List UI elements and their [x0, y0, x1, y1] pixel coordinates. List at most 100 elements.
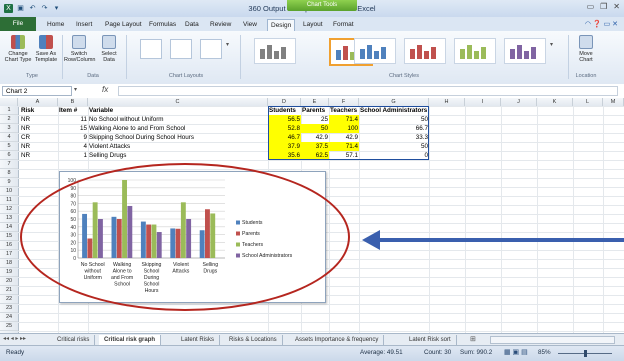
name-box-dropdown-icon[interactable]: ▾ — [74, 86, 77, 93]
insert-sheet-icon[interactable]: ⊞ — [470, 335, 476, 343]
close-icon[interactable]: ✕ — [613, 2, 620, 11]
row-header[interactable]: 19 — [0, 268, 18, 277]
cell-admins[interactable]: 66.7 — [359, 124, 429, 133]
tab-insert[interactable]: Insert — [73, 19, 95, 31]
row-header[interactable]: 1 — [0, 106, 18, 115]
header-variable[interactable]: Variable — [88, 106, 268, 115]
layouts-more-icon[interactable]: ▾ — [226, 41, 229, 48]
switch-row-column-button[interactable]: Switch Row/Column — [64, 35, 95, 63]
restore-icon[interactable]: ❐ — [600, 2, 607, 11]
chart-style-3[interactable] — [354, 38, 396, 64]
column-header[interactable]: F — [329, 98, 359, 106]
cell-students[interactable]: 37.9 — [268, 142, 301, 151]
row-header[interactable]: 25 — [0, 322, 18, 331]
cell-admins[interactable]: 50 — [359, 115, 429, 124]
row-header[interactable]: 24 — [0, 313, 18, 322]
cell-variable[interactable]: Skipping School During School Hours — [88, 133, 268, 142]
sheet-tab[interactable]: Critical risks — [52, 335, 96, 345]
zoom-level[interactable]: 85% — [538, 349, 551, 356]
cell-parents[interactable]: 25 — [301, 115, 329, 124]
row-header[interactable]: 16 — [0, 241, 18, 250]
tab-file[interactable]: File — [0, 17, 36, 31]
row-header[interactable]: 14 — [0, 223, 18, 232]
cell-risk[interactable]: NR — [20, 151, 58, 160]
cell-item[interactable]: 4 — [58, 142, 88, 151]
row-header[interactable]: 5 — [0, 142, 18, 151]
styles-more-icon[interactable]: ▾ — [550, 41, 553, 48]
cell-parents[interactable]: 62.5 — [301, 151, 329, 160]
row-header[interactable]: 23 — [0, 304, 18, 313]
tab-data[interactable]: Data — [182, 19, 202, 31]
sheet-tab[interactable]: Risks & Locations — [224, 335, 283, 345]
cell-admins[interactable]: 50 — [359, 142, 429, 151]
sheet-tab-active[interactable]: Critical risk graph — [99, 335, 162, 345]
horizontal-scrollbar[interactable] — [490, 336, 615, 344]
header-school-administrators[interactable]: School Administrators — [359, 106, 434, 115]
column-header[interactable]: I — [465, 98, 501, 106]
cell-teachers[interactable]: 71.4 — [329, 142, 359, 151]
cell-admins[interactable]: 33.3 — [359, 133, 429, 142]
chart-layout-1[interactable] — [140, 39, 162, 59]
row-header[interactable]: 12 — [0, 205, 18, 214]
row-header[interactable]: 15 — [0, 232, 18, 241]
cell-teachers[interactable]: 100 — [329, 124, 359, 133]
column-header[interactable]: J — [501, 98, 537, 106]
sheet-nav-icon[interactable]: ◂◂ ◂ ▸ ▸▸ — [3, 335, 26, 342]
row-header[interactable]: 11 — [0, 196, 18, 205]
column-header[interactable]: B — [58, 98, 88, 106]
tab-page-layout[interactable]: Page Layout — [102, 19, 145, 31]
cell-teachers[interactable]: 42.9 — [329, 133, 359, 142]
cell-item[interactable]: 15 — [58, 124, 88, 133]
row-header[interactable]: 18 — [0, 259, 18, 268]
column-header[interactable]: E — [301, 98, 329, 106]
tab-view[interactable]: View — [240, 19, 260, 31]
row-header[interactable]: 9 — [0, 178, 18, 187]
cell-variable[interactable]: Violent Attacks — [88, 142, 268, 151]
zoom-slider-thumb[interactable] — [584, 350, 587, 357]
row-header[interactable]: 13 — [0, 214, 18, 223]
cell-parents[interactable]: 50 — [301, 124, 329, 133]
cell-admins[interactable]: 0 — [359, 151, 429, 160]
sheet-tab[interactable]: Latent Risks — [176, 335, 221, 345]
cell-variable[interactable]: No School without Uniform — [88, 115, 268, 124]
column-header[interactable]: G — [359, 98, 429, 106]
cell-variable[interactable]: Selling Drugs — [88, 151, 268, 160]
chart-style-6[interactable] — [504, 38, 546, 64]
cell-risk[interactable]: CR — [20, 133, 58, 142]
cell-item[interactable]: 1 — [58, 151, 88, 160]
column-header[interactable]: C — [88, 98, 268, 106]
row-header[interactable]: 21 — [0, 286, 18, 295]
tab-layout[interactable]: Layout — [300, 19, 326, 31]
column-header[interactable]: A — [18, 98, 58, 106]
row-header[interactable]: 2 — [0, 115, 18, 124]
sheet-tab[interactable]: Latent Risk sort — [404, 335, 457, 345]
help-icon[interactable]: ◠ ❓ ▭ ✕ — [585, 20, 618, 28]
row-header[interactable]: 17 — [0, 250, 18, 259]
name-box[interactable]: Chart 2 — [2, 86, 72, 96]
sheet-tab[interactable]: Assets Importance & frequency — [290, 335, 385, 345]
row-header[interactable]: 7 — [0, 160, 18, 169]
row-header[interactable]: 4 — [0, 133, 18, 142]
select-data-button[interactable]: Select Data — [96, 35, 122, 63]
row-header[interactable]: 6 — [0, 151, 18, 160]
column-header[interactable]: H — [429, 98, 465, 106]
chart-style-1[interactable] — [254, 38, 296, 64]
cell-students[interactable]: 35.6 — [268, 151, 301, 160]
cell-item[interactable]: 11 — [58, 115, 88, 124]
header-parents[interactable]: Parents — [301, 106, 329, 115]
cell-parents[interactable]: 37.5 — [301, 142, 329, 151]
select-all-corner[interactable] — [0, 98, 18, 106]
chart-style-4[interactable] — [404, 38, 446, 64]
row-header[interactable]: 8 — [0, 169, 18, 178]
cell-variable[interactable]: Walking Alone to and From School — [88, 124, 268, 133]
column-header[interactable]: L — [573, 98, 603, 106]
insert-function-icon[interactable]: fx — [102, 85, 108, 94]
tab-formulas[interactable]: Formulas — [146, 19, 179, 31]
cell-item[interactable]: 9 — [58, 133, 88, 142]
row-header[interactable]: 20 — [0, 277, 18, 286]
chart-layout-3[interactable] — [200, 39, 222, 59]
header-item[interactable]: Item # — [58, 106, 88, 115]
column-header[interactable]: D — [268, 98, 301, 106]
cell-teachers[interactable]: 71.4 — [329, 115, 359, 124]
view-buttons-icon[interactable]: ▦ ▣ ▤ — [504, 348, 528, 356]
